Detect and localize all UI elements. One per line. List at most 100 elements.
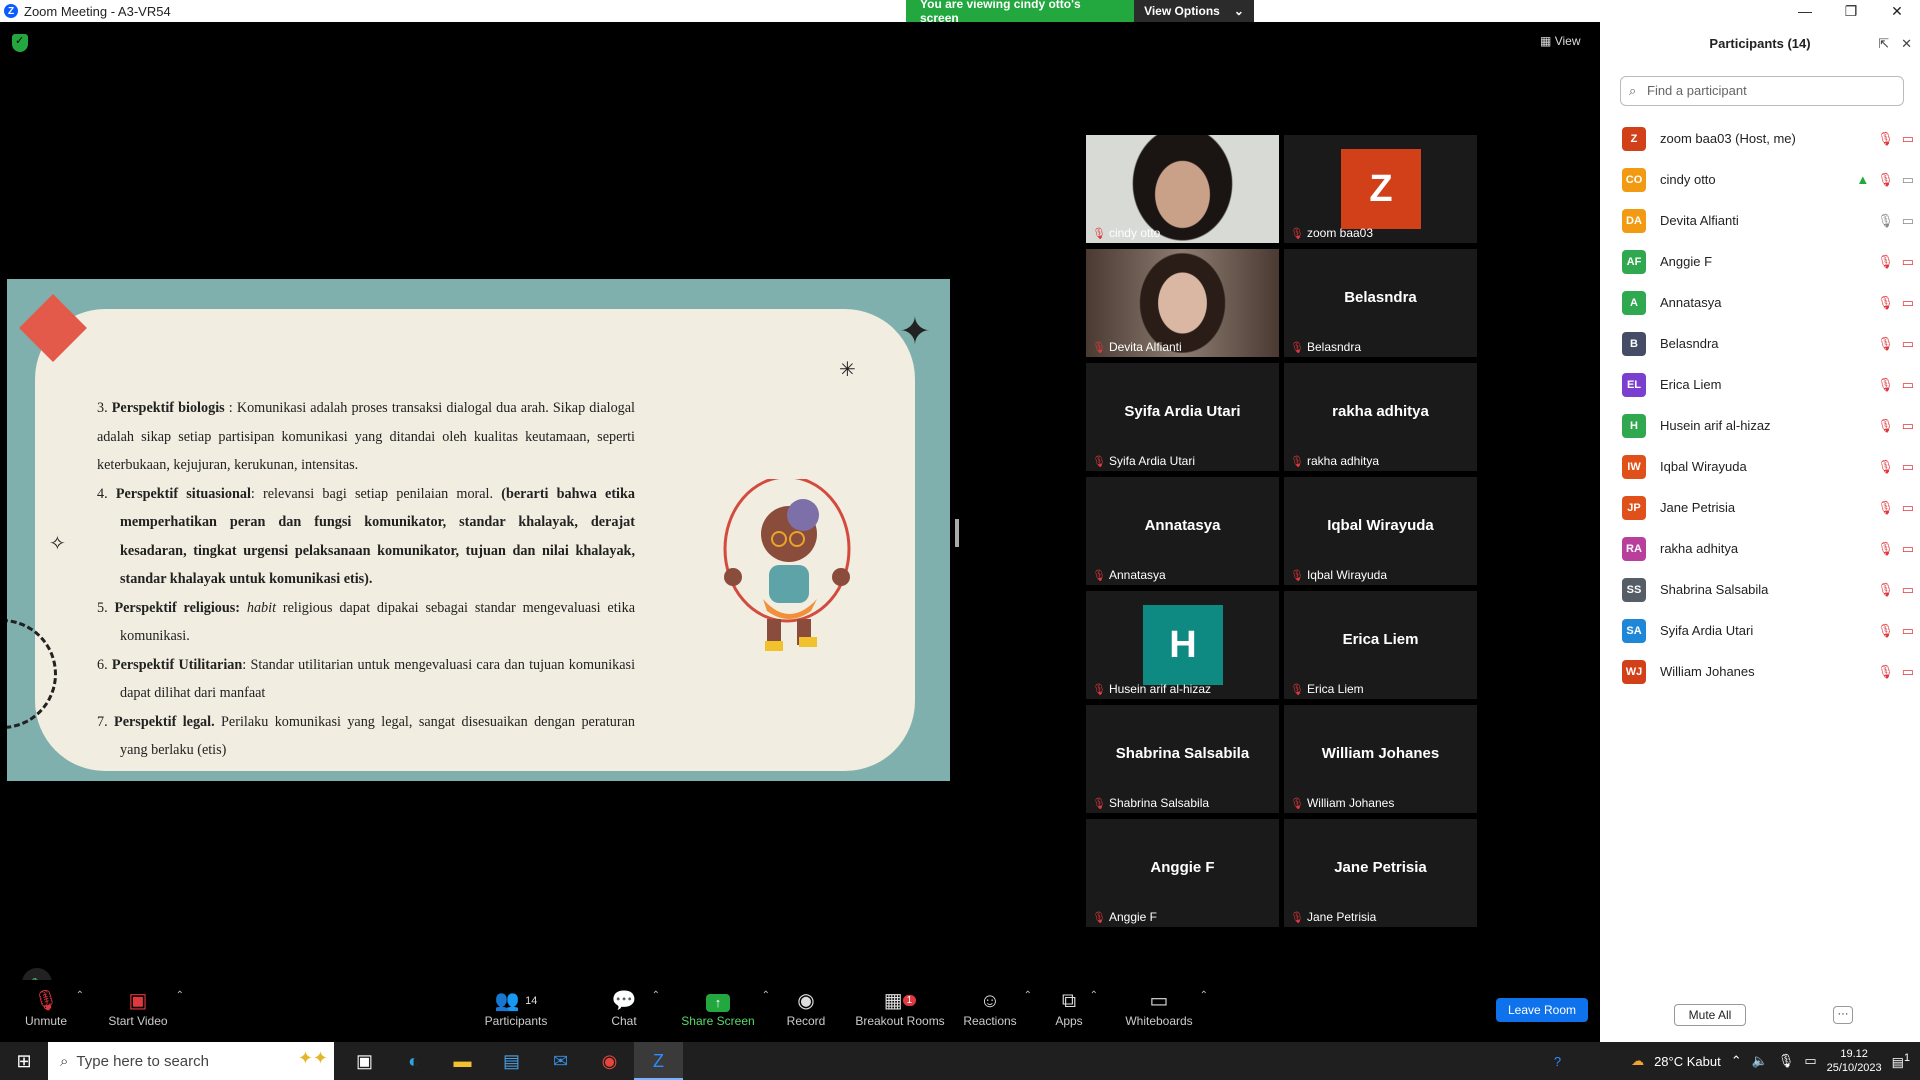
- audio-options-caret[interactable]: ⌃: [76, 990, 84, 1001]
- start-video-button[interactable]: ▣ Start Video ⌃: [106, 988, 184, 1028]
- participant-row[interactable]: CO cindy otto ▲ 🎙 ▭: [1622, 159, 1914, 200]
- participant-display-name: Shabrina Salsabila: [1115, 745, 1250, 762]
- participant-status: 🎙 ▭: [1877, 377, 1914, 393]
- participant-label: 🎙 zoom baa03: [1290, 226, 1373, 240]
- participant-row[interactable]: H Husein arif al-hizaz 🎙 ▭: [1622, 405, 1914, 446]
- reactions-options-caret[interactable]: ⌃: [1024, 990, 1032, 1001]
- notification-icon[interactable]: ▤1: [1892, 1052, 1910, 1070]
- task-view-icon[interactable]: ▣: [340, 1042, 389, 1080]
- mute-all-button[interactable]: Mute All: [1674, 1004, 1746, 1026]
- close-panel-icon[interactable]: ✕: [1901, 36, 1912, 52]
- participant-name: Syifa Ardia Utari: [1660, 623, 1754, 638]
- mic-muted-icon: 🎙: [1877, 130, 1894, 146]
- minimize-icon[interactable]: —: [1782, 0, 1828, 22]
- participant-name: Shabrina Salsabila: [1660, 582, 1769, 597]
- breakout-rooms-button[interactable]: ▦ 1 Breakout Rooms: [852, 988, 948, 1028]
- apps-options-caret[interactable]: ⌃: [1090, 990, 1098, 1001]
- participant-row[interactable]: Zzoom baa03 (Host, me) 🎙 ▭: [1622, 118, 1914, 159]
- chat-options-caret[interactable]: ⌃: [652, 990, 660, 1001]
- chrome-icon[interactable]: ◉: [585, 1042, 634, 1080]
- video-tile[interactable]: Jane Petrisia 🎙 Jane Petrisia: [1284, 819, 1477, 927]
- video-tile[interactable]: Annatasya 🎙 Annatasya: [1086, 477, 1279, 585]
- mic-muted-icon: 🎙: [1877, 663, 1894, 679]
- help-icon[interactable]: ?: [1554, 1054, 1561, 1069]
- participant-avatar: RA: [1622, 536, 1646, 561]
- participant-row[interactable]: A Annatasya 🎙 ▭: [1622, 282, 1914, 323]
- clock[interactable]: 19.12 25/10/2023: [1827, 1047, 1882, 1075]
- participant-status: 🎙 ▭: [1877, 500, 1914, 516]
- chevron-up-icon[interactable]: ⌃: [1731, 1053, 1742, 1069]
- chat-button[interactable]: 💬 Chat ⌃: [602, 988, 660, 1028]
- participant-avatar: H: [1143, 605, 1223, 685]
- participant-row[interactable]: EL Erica Liem 🎙 ▭: [1622, 364, 1914, 405]
- network-icon[interactable]: ▭: [1804, 1053, 1816, 1069]
- participant-row[interactable]: SS Shabrina Salsabila 🎙 ▭: [1622, 569, 1914, 610]
- panel-title: Participants (14): [1709, 36, 1811, 51]
- speaker-icon[interactable]: 🔈: [1752, 1053, 1768, 1069]
- video-off-icon: ▭: [1901, 253, 1914, 269]
- mail-icon[interactable]: ✉: [536, 1042, 585, 1080]
- video-tile[interactable]: 🎙 Devita Alfianti: [1086, 249, 1279, 357]
- participant-name: William Johanes: [1306, 796, 1395, 810]
- unmute-button[interactable]: 🎙 Unmute ⌃: [22, 988, 84, 1028]
- video-tile[interactable]: Iqbal Wirayuda 🎙 Iqbal Wirayuda: [1284, 477, 1477, 585]
- video-tile[interactable]: Shabrina Salsabila 🎙 Shabrina Salsabila: [1086, 705, 1279, 813]
- split-drag-handle[interactable]: [955, 519, 959, 547]
- participants-button[interactable]: 👥 14 Participants: [480, 988, 552, 1028]
- video-tile[interactable]: 🎙 cindy otto: [1086, 135, 1279, 243]
- taskbar-search-input[interactable]: ⌕ Type here to search ✦✦: [48, 1042, 334, 1080]
- participant-avatar: CO: [1622, 167, 1646, 192]
- weather-text[interactable]: 28°C Kabut: [1654, 1054, 1721, 1069]
- participant-row[interactable]: IW Iqbal Wirayuda 🎙 ▭: [1622, 446, 1914, 487]
- store-icon[interactable]: ▤: [487, 1042, 536, 1080]
- video-tile[interactable]: Belasndra 🎙 Belasndra: [1284, 249, 1477, 357]
- participant-name: cindy otto: [1108, 226, 1161, 240]
- close-icon[interactable]: ✕: [1874, 0, 1920, 22]
- participant-avatar: IW: [1622, 454, 1646, 479]
- view-button[interactable]: ▦ View: [1540, 34, 1580, 48]
- video-tile[interactable]: Anggie F 🎙 Anggie F: [1086, 819, 1279, 927]
- participant-status: 🎙 ▭: [1877, 295, 1914, 311]
- view-options-button[interactable]: View Options ⌄: [1134, 0, 1254, 22]
- participant-avatar: Z: [1622, 126, 1646, 151]
- whiteboards-options-caret[interactable]: ⌃: [1200, 990, 1208, 1001]
- participant-row[interactable]: DA Devita Alfianti 🎙 ▭: [1622, 200, 1914, 241]
- participant-avatar: A: [1622, 290, 1646, 315]
- participant-label: 🎙 Jane Petrisia: [1290, 910, 1376, 924]
- leave-room-button[interactable]: Leave Room: [1496, 998, 1588, 1022]
- title-bar: Z Zoom Meeting - A3-VR54 You are viewing…: [0, 0, 1920, 25]
- apps-button[interactable]: ⧉ Apps ⌃: [1054, 988, 1098, 1028]
- restore-icon[interactable]: ❐: [1828, 0, 1874, 22]
- share-screen-button[interactable]: ↑ Share Screen ⌃: [680, 988, 770, 1028]
- video-tile[interactable]: rakha adhitya 🎙 rakha adhitya: [1284, 363, 1477, 471]
- participant-row[interactable]: SA Syifa Ardia Utari 🎙 ▭: [1622, 610, 1914, 651]
- participant-status: 🎙 ▭: [1877, 254, 1914, 270]
- video-tile[interactable]: H 🎙 Husein arif al-hizaz: [1086, 591, 1279, 699]
- windows-start-icon[interactable]: ⊞: [0, 1051, 48, 1072]
- video-tile[interactable]: Syifa Ardia Utari 🎙 Syifa Ardia Utari: [1086, 363, 1279, 471]
- video-options-caret[interactable]: ⌃: [176, 990, 184, 1001]
- security-shield-icon[interactable]: [12, 34, 28, 52]
- video-camera-icon: ▭: [1901, 171, 1914, 187]
- video-tile[interactable]: Erica Liem 🎙 Erica Liem: [1284, 591, 1477, 699]
- participant-row[interactable]: B Belasndra 🎙 ▭: [1622, 323, 1914, 364]
- edge-icon[interactable]: ◐: [389, 1042, 438, 1080]
- participant-row[interactable]: WJ William Johanes 🎙 ▭: [1622, 651, 1914, 692]
- participant-search-input[interactable]: ⌕ Find a participant: [1620, 76, 1904, 106]
- pop-out-icon[interactable]: ⇱: [1878, 36, 1889, 52]
- video-tile[interactable]: Z 🎙 zoom baa03: [1284, 135, 1477, 243]
- whiteboards-button[interactable]: ▭ Whiteboards ⌃: [1124, 988, 1208, 1028]
- microphone-icon[interactable]: 🎙: [1778, 1053, 1795, 1069]
- mic-muted-icon: 🎙: [1877, 499, 1894, 515]
- video-tile[interactable]: William Johanes 🎙 William Johanes: [1284, 705, 1477, 813]
- star-small-decoration: ✧: [49, 533, 66, 555]
- participant-row[interactable]: JP Jane Petrisia 🎙 ▭: [1622, 487, 1914, 528]
- more-options-button[interactable]: ···: [1833, 1006, 1853, 1024]
- zoom-taskbar-icon[interactable]: Z: [634, 1042, 683, 1080]
- participant-row[interactable]: AF Anggie F 🎙 ▭: [1622, 241, 1914, 282]
- file-explorer-icon[interactable]: ▬: [438, 1042, 487, 1080]
- reactions-button[interactable]: ☺ Reactions ⌃: [962, 988, 1032, 1028]
- record-button[interactable]: ◉ Record: [786, 988, 826, 1028]
- participant-row[interactable]: RA rakha adhitya 🎙 ▭: [1622, 528, 1914, 569]
- share-options-caret[interactable]: ⌃: [762, 990, 770, 1001]
